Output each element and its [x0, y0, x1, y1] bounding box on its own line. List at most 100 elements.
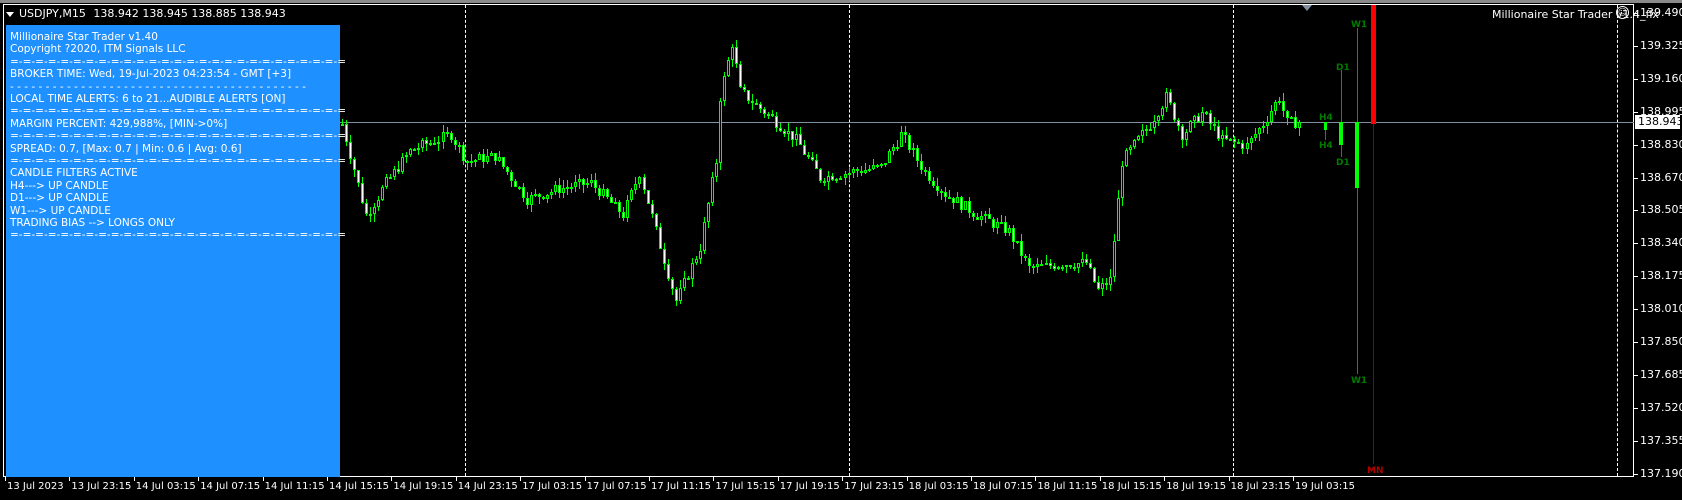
candle-body: [369, 214, 372, 217]
w1-candle-body: [1355, 122, 1359, 188]
candle-body: [574, 182, 577, 188]
candle-body: [892, 147, 895, 152]
price-label: 137.355: [1640, 433, 1682, 447]
candle-body: [1201, 111, 1204, 123]
price-label: 139.325: [1640, 38, 1682, 52]
candle-body: [1246, 142, 1249, 149]
candle-body: [1237, 141, 1240, 144]
candle-body: [988, 213, 991, 220]
candle-body: [361, 182, 364, 204]
time-label: 14 Jul 23:15: [457, 481, 518, 492]
panel-line: SPREAD: 0.7, [Max: 0.7 | Min: 0.6 | Avg:…: [10, 142, 242, 155]
candle-body: [1061, 267, 1064, 270]
w1-candle-wick: [1357, 28, 1358, 374]
candle-body: [1274, 102, 1277, 112]
time-label: 14 Jul 03:15: [135, 481, 196, 492]
candle-body: [353, 159, 356, 171]
candle-body: [864, 169, 867, 173]
candle-body: [815, 159, 818, 170]
dropdown-triangle-icon[interactable]: [6, 11, 14, 17]
period-separator: [465, 5, 466, 476]
price-label: 138.670: [1640, 170, 1682, 184]
candle-body: [1209, 113, 1212, 124]
price-label: 139.160: [1640, 71, 1682, 85]
candle-body: [1262, 126, 1265, 129]
candle-body: [771, 114, 774, 117]
candle-wick: [406, 151, 407, 163]
time-tick: [455, 477, 457, 481]
candle-body: [1121, 166, 1124, 199]
candle-body: [474, 160, 477, 163]
candle-body: [1258, 128, 1261, 135]
price-tick: [1634, 276, 1638, 278]
candle-body: [1145, 129, 1148, 132]
candle-body: [956, 197, 959, 204]
candle-body: [1045, 262, 1048, 265]
time-label: 19 Jul 03:15: [1295, 481, 1355, 492]
candle-body: [643, 177, 646, 190]
candle-body: [791, 130, 794, 141]
time-label: 18 Jul 19:15: [1166, 481, 1227, 492]
candle-body: [409, 148, 412, 155]
h4-label-bottom: H4: [1319, 141, 1333, 151]
time-tick: [842, 477, 844, 481]
candle-body: [992, 219, 995, 228]
time-tick: [649, 477, 650, 481]
candle-body: [751, 101, 754, 104]
price-tick: [1634, 407, 1638, 409]
candle-body: [401, 156, 404, 172]
candle-body: [413, 148, 416, 151]
time-label: 17 Jul 23:15: [844, 481, 905, 492]
candle-body: [904, 132, 907, 136]
chart-shift-marker-icon[interactable]: [1302, 5, 1312, 11]
candle-body: [510, 172, 513, 181]
price-label: 138.830: [1640, 137, 1682, 151]
candle-body: [377, 199, 380, 207]
candle-body: [1133, 140, 1136, 148]
time-label: 17 Jul 11:15: [651, 481, 711, 492]
candle-body: [490, 152, 493, 156]
h4-candle-body: [1324, 122, 1327, 130]
candle-body: [478, 154, 481, 161]
candle-body: [522, 186, 525, 199]
candle-body: [494, 152, 497, 161]
candle-body: [558, 184, 561, 193]
candle-body: [1085, 259, 1088, 264]
candle-body: [747, 90, 750, 102]
candle-body: [349, 141, 352, 160]
candle-body: [811, 157, 814, 160]
candle-body: [1105, 283, 1108, 286]
candle-body: [1217, 125, 1220, 140]
candle-body: [835, 178, 838, 181]
candle-body: [486, 155, 489, 163]
candle-body: [610, 196, 613, 203]
candle-body: [763, 108, 766, 114]
period-separator: [849, 5, 850, 476]
candle-body: [1020, 240, 1023, 257]
candle-body: [606, 189, 609, 197]
candle-body: [703, 222, 706, 252]
time-tick: [1293, 477, 1294, 481]
candle-body: [687, 277, 690, 280]
candle-body: [389, 176, 392, 179]
candle-body: [466, 160, 469, 163]
candle-body: [1049, 262, 1052, 266]
candle-body: [948, 196, 951, 199]
candle-body: [1081, 259, 1084, 264]
time-tick: [327, 477, 328, 481]
candle-body: [755, 103, 758, 106]
time-label: 17 Jul 19:15: [779, 481, 840, 492]
candle-body: [663, 248, 666, 264]
candle-body: [470, 161, 473, 164]
candle-body: [514, 180, 517, 188]
candle-body: [1077, 263, 1080, 269]
candle-body: [397, 168, 400, 172]
candle-body: [920, 160, 923, 170]
candle-body: [872, 164, 875, 169]
candle-body: [502, 157, 505, 167]
candle-body: [651, 203, 654, 214]
candle-body: [715, 163, 718, 178]
panel-line: MARGIN PERCENT: 429,988%, [MIN->0%]: [10, 117, 228, 130]
candle-body: [1213, 123, 1216, 126]
candle-body: [1036, 264, 1039, 268]
